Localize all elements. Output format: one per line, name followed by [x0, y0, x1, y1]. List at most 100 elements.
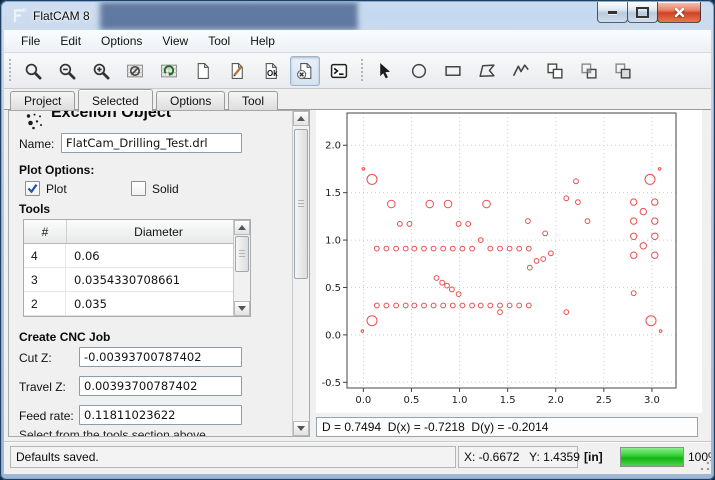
new-file-icon — [194, 62, 212, 80]
zoom-fit-button[interactable] — [18, 56, 48, 86]
drill-hole — [631, 199, 637, 205]
drill-hole — [526, 246, 531, 251]
drill-hole — [384, 246, 389, 251]
drill-hole — [652, 218, 658, 224]
drill-hole — [640, 243, 646, 249]
tool-number-cell[interactable]: 2 — [24, 292, 66, 315]
minimize-button[interactable] — [597, 2, 628, 23]
union-button[interactable] — [540, 56, 570, 86]
column-header-number[interactable]: # — [24, 220, 67, 243]
menu-help[interactable]: Help — [241, 31, 284, 51]
drill-hole — [361, 330, 364, 333]
table-row[interactable]: 30.0354330708661 — [24, 268, 250, 292]
svg-text:2.0: 2.0 — [325, 141, 341, 152]
menu-file[interactable]: File — [12, 31, 49, 51]
toolbar-drag-handle[interactable] — [8, 59, 12, 83]
tool-diameter-cell[interactable]: 0.035 — [66, 292, 250, 315]
tool-diameter-cell[interactable]: 0.06 — [66, 244, 250, 267]
column-header-diameter[interactable]: Diameter — [67, 220, 250, 243]
maximize-button[interactable] — [627, 2, 658, 23]
drill-hole — [362, 168, 365, 171]
menubar: FileEditOptionsViewToolHelp — [4, 30, 711, 53]
tab-tool[interactable]: Tool — [228, 91, 278, 110]
name-label: Name: — [19, 137, 54, 151]
select-button[interactable] — [370, 56, 400, 86]
checkbox-box[interactable] — [25, 181, 40, 196]
object-name-input[interactable] — [61, 133, 242, 153]
drill-hole — [466, 222, 471, 227]
scroll-up-icon[interactable] — [234, 220, 250, 235]
draw-polygon-button[interactable] — [472, 56, 502, 86]
drill-hole — [498, 303, 503, 308]
tool-diameter-cell[interactable]: 0.0354330708661 — [66, 268, 250, 291]
tool-number-cell[interactable]: 3 — [24, 268, 66, 291]
zoom-out-button[interactable] — [52, 56, 82, 86]
excellon-object-panel: Excellon Object Name: Plot Options: Plot… — [8, 110, 310, 437]
draw-circle-button[interactable] — [404, 56, 434, 86]
drill-hole — [488, 246, 493, 251]
close-icon — [674, 7, 685, 18]
scrollbar-thumb[interactable] — [235, 236, 249, 272]
toolbar-drag-handle[interactable] — [360, 59, 364, 83]
solid-checkbox[interactable]: Solid — [131, 181, 179, 196]
menu-tool[interactable]: Tool — [199, 31, 239, 51]
scrollbar-thumb[interactable] — [294, 129, 308, 279]
zoom-out-icon — [58, 62, 76, 80]
table-row[interactable]: 20.035 — [24, 292, 250, 316]
tab-selected[interactable]: Selected — [78, 89, 153, 111]
replot-button[interactable] — [120, 56, 150, 86]
titlebar[interactable]: FlatCAM 8 — [2, 2, 713, 30]
close-button[interactable] — [657, 2, 701, 23]
menu-options[interactable]: Options — [92, 31, 151, 51]
drill-hole — [450, 246, 455, 251]
resize-grip-icon[interactable] — [700, 461, 710, 471]
svg-text:Ok: Ok — [267, 68, 278, 77]
panel-scrollbar[interactable] — [292, 111, 309, 436]
edit-object-button[interactable] — [222, 56, 252, 86]
drill-plot[interactable]: 0.00.51.01.52.02.53.0-0.50.00.51.01.52.0 — [316, 110, 702, 413]
drill-hole — [517, 303, 522, 308]
feed-rate-input[interactable] — [79, 405, 242, 425]
tab-project[interactable]: Project — [10, 91, 75, 110]
tab-options[interactable]: Options — [156, 91, 225, 110]
drill-hole — [549, 251, 554, 256]
tools-table: # Diameter 40.0630.035433070866120.035 — [23, 219, 251, 317]
subtract-button[interactable] — [608, 56, 638, 86]
drill-hole — [374, 246, 379, 251]
apply-ok-icon: Ok — [262, 62, 280, 80]
plot-checkbox[interactable]: Plot — [25, 181, 67, 196]
clear-plot-button[interactable] — [154, 56, 184, 86]
menu-view[interactable]: View — [153, 31, 197, 51]
tools-table-scrollbar[interactable] — [233, 220, 250, 316]
menu-edit[interactable]: Edit — [51, 31, 90, 51]
drill-hole — [403, 246, 408, 251]
plot-canvas[interactable]: 0.00.51.01.52.02.53.0-0.50.00.51.01.52.0 — [316, 110, 702, 413]
toolbar-group-plot-tools: Ok — [16, 56, 356, 86]
intersection-button[interactable] — [574, 56, 604, 86]
shell-button[interactable] — [324, 56, 354, 86]
scroll-down-icon[interactable] — [293, 421, 309, 436]
zoom-in-icon — [92, 62, 110, 80]
zoom-in-button[interactable] — [86, 56, 116, 86]
scroll-down-icon[interactable] — [234, 301, 250, 316]
tab-bar: ProjectSelectedOptionsTool — [4, 89, 711, 110]
svg-text:3.0: 3.0 — [644, 395, 660, 406]
drill-hole — [483, 200, 491, 208]
drill-hole — [388, 200, 396, 208]
svg-text:1.5: 1.5 — [325, 188, 341, 199]
travel-z-input[interactable] — [79, 376, 242, 396]
new-file-button[interactable] — [188, 56, 218, 86]
checkbox-box[interactable] — [131, 181, 146, 196]
delete-object-button[interactable] — [290, 56, 320, 86]
tools-table-header: # Diameter — [24, 220, 250, 244]
tool-number-cell[interactable]: 4 — [24, 244, 66, 267]
apply-ok-button[interactable]: Ok — [256, 56, 286, 86]
minimize-icon — [608, 11, 617, 14]
drill-hole — [407, 222, 412, 227]
table-row[interactable]: 40.06 — [24, 244, 250, 268]
cut-z-input[interactable] — [79, 347, 242, 367]
svg-text:2.5: 2.5 — [596, 395, 612, 406]
draw-rectangle-button[interactable] — [438, 56, 468, 86]
draw-path-button[interactable] — [506, 56, 536, 86]
scroll-up-icon[interactable] — [293, 111, 309, 126]
